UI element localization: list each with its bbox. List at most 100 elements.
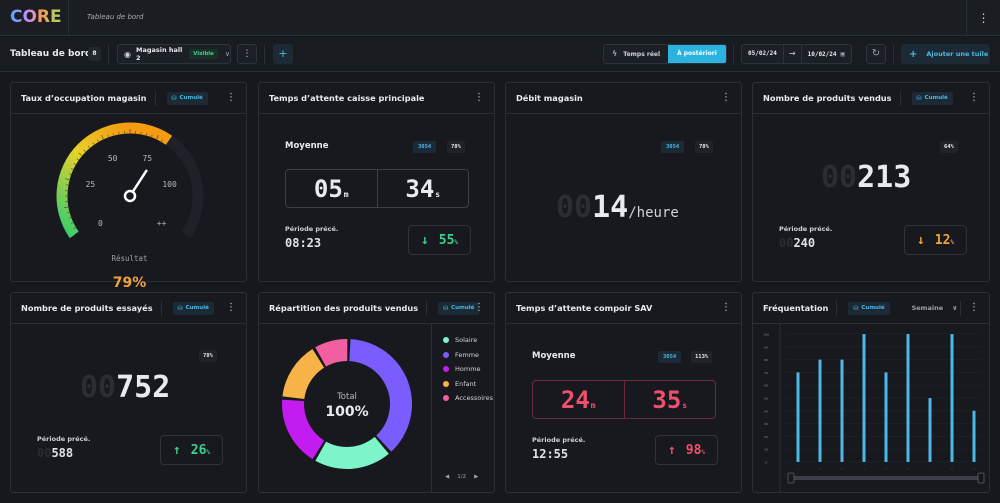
divider <box>264 45 265 64</box>
tile-title: Fréquentation <box>763 303 829 313</box>
tile-header: Répartition des produits vendus ⛁ Cumulé … <box>259 293 494 324</box>
bar[interactable] <box>862 334 866 462</box>
add-tile-button[interactable]: + Ajouter une tuile <box>901 44 990 64</box>
unit: /heure <box>628 205 679 221</box>
previous-period-value: 12:55 <box>532 447 569 461</box>
mode-posteriori-button[interactable]: À postériori <box>668 45 726 63</box>
prev-page-icon[interactable]: ◀ <box>445 474 449 480</box>
cumulative-chip[interactable]: ⛁ Cumulé <box>911 91 953 105</box>
legend-dot <box>443 351 449 358</box>
value: 752 <box>116 370 171 405</box>
gauge-scale-label: 25 <box>85 180 96 190</box>
legend-dot <box>443 337 449 344</box>
delta-badge: ↑ 98% <box>655 435 718 465</box>
bolt-icon: ϟ <box>612 49 618 58</box>
count-badge: 3054 <box>658 351 682 363</box>
x-tick-label: 1 <box>797 467 799 471</box>
ghost-digits: 00 <box>37 446 52 460</box>
bar[interactable] <box>796 372 800 462</box>
y-tick-label: 50 <box>764 397 768 401</box>
store-select[interactable]: ◉ Magasin hall 2 Visible ∨ <box>117 44 231 64</box>
attendance-bar-chart: 0 10 20 30 40 50 60 70 80 90 100 1 2 3 4 5 6 7 8 9 <box>763 324 985 493</box>
legend-pagination: ◀ 1/2 ▶ <box>445 474 478 480</box>
seconds-value: 34 <box>405 174 435 203</box>
delta-badge: ↓ 55% <box>408 225 471 255</box>
previous-period-label: Période précé. <box>37 435 91 443</box>
tile-body: Moyenne 3054 113% 24 m 35 s Période précé.… <box>506 324 741 493</box>
tile-menu-icon[interactable]: ⋮ <box>226 92 236 104</box>
next-page-icon[interactable]: ▶ <box>474 474 478 480</box>
cumulative-chip[interactable]: ⛁ Cumulé <box>166 91 208 105</box>
database-icon: ⛁ <box>443 304 449 312</box>
divider <box>733 45 734 64</box>
bar[interactable] <box>906 334 910 462</box>
bar[interactable] <box>950 334 954 462</box>
legend-label: Enfant <box>455 379 477 388</box>
gauge-tick <box>67 211 70 214</box>
period-value: Semaine <box>911 304 944 312</box>
tile-menu-icon[interactable]: ⋮ <box>969 302 979 314</box>
range-handle-start[interactable] <box>787 472 795 484</box>
tile-header: Nombre de produits essayés ⛁ Cumulé ⋮ <box>11 293 246 324</box>
date-to-field[interactable]: 10/02/24 ▣ <box>802 45 851 63</box>
plus-icon: + <box>909 49 918 60</box>
tile-products-sold: Nombre de produits vendus ⛁ Cumulé ⋮ 64% … <box>752 82 990 282</box>
legend-item[interactable]: Enfant <box>443 377 493 392</box>
minutes: 05 m <box>286 170 378 207</box>
tile-sales-breakdown: Répartition des produits vendus ⛁ Cumulé … <box>258 292 495 493</box>
bar[interactable] <box>972 410 976 462</box>
ghost-digits: 00 <box>821 160 858 195</box>
cumulative-chip[interactable]: ⛁ Cumulé <box>172 301 214 315</box>
minutes-value: 24 <box>560 385 590 414</box>
app-logo[interactable]: CORE <box>10 7 62 27</box>
range-handle-end[interactable] <box>977 472 985 484</box>
x-tick-label: 8 <box>951 467 953 471</box>
legend-item[interactable]: Homme <box>443 362 493 377</box>
mode-realtime-button[interactable]: ϟ Temps réel <box>604 45 669 63</box>
divider <box>160 300 162 316</box>
period-select[interactable]: Semaine ∨ <box>912 304 958 312</box>
date-from-field[interactable]: 05/02/24 <box>742 45 783 63</box>
tile-menu-icon[interactable]: ⋮ <box>721 92 731 104</box>
calendar-icon[interactable]: ▣ <box>841 50 845 58</box>
legend-item[interactable]: Femme <box>443 348 493 363</box>
legend-label: Femme <box>455 350 480 359</box>
throughput-value: 0014/heure <box>556 190 679 225</box>
y-tick-label: 10 <box>764 448 768 452</box>
tile-menu-icon[interactable]: ⋮ <box>474 302 484 314</box>
chip-label: Cumulé <box>861 305 885 311</box>
donut-slice-solaire[interactable] <box>315 436 389 469</box>
tile-products-tried: Nombre de produits essayés ⛁ Cumulé ⋮ 78%… <box>10 292 247 493</box>
legend-label: Homme <box>455 365 481 374</box>
legend-item[interactable]: Accessoires <box>443 391 493 406</box>
average-time: 24 m 35 s <box>532 380 716 419</box>
tile-menu-icon[interactable]: ⋮ <box>226 302 236 314</box>
tile-wait-sav: Temps d’attente compoir SAV ⋮ Moyenne 30… <box>505 292 742 493</box>
cumulative-chip[interactable]: ⛁ Cumulé <box>848 301 890 315</box>
bar[interactable] <box>884 372 888 462</box>
legend-dot <box>443 366 449 373</box>
tile-header: Nombre de produits vendus ⛁ Cumulé ⋮ <box>753 83 989 114</box>
previous-period-label: Période précé. <box>285 225 339 233</box>
bar[interactable] <box>818 359 822 462</box>
range-slider-track[interactable] <box>792 476 980 480</box>
tile-menu-icon[interactable]: ⋮ <box>721 302 731 314</box>
gauge-hub <box>123 189 137 203</box>
tile-menu-icon[interactable]: ⋮ <box>474 92 484 104</box>
more-menu-icon[interactable]: ⋮ <box>966 0 1000 36</box>
divider <box>426 300 428 316</box>
bar[interactable] <box>928 398 932 462</box>
bar[interactable] <box>840 359 844 462</box>
x-tick-label: 6 <box>907 467 909 471</box>
gauge-scale-label: ++ <box>156 218 167 228</box>
store-options-button[interactable]: ⋮ <box>237 44 257 64</box>
legend-item[interactable]: Solaire <box>443 333 493 348</box>
seconds-unit: s <box>435 190 441 199</box>
add-store-button[interactable]: + <box>273 44 293 64</box>
gauge-tick <box>112 133 115 136</box>
ghost-digits: 00 <box>80 370 117 405</box>
occupation-value: 79% <box>112 275 147 291</box>
previous-period-value: 00588 <box>37 446 73 460</box>
tile-menu-icon[interactable]: ⋮ <box>969 92 979 104</box>
refresh-button[interactable]: ↻ <box>866 44 886 64</box>
